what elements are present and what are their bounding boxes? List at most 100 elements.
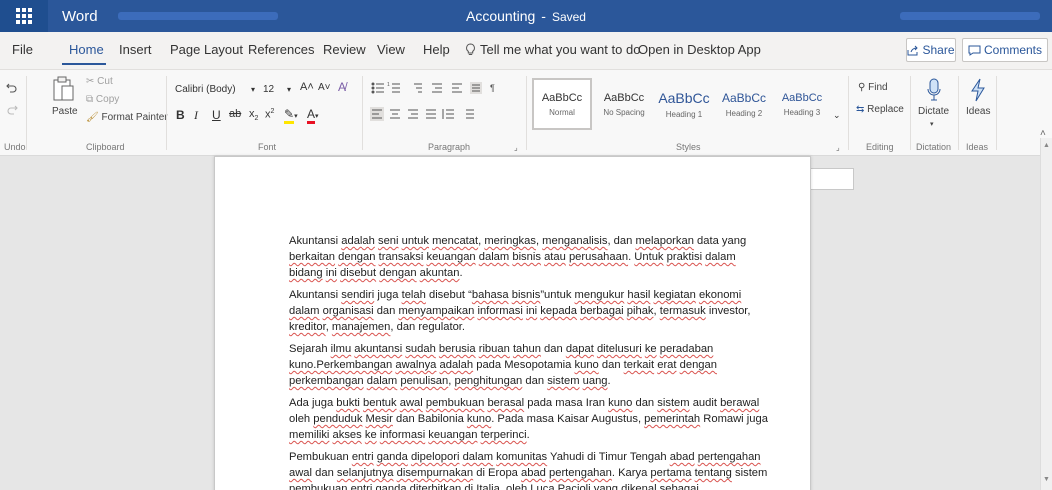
scroll-down-icon[interactable]: ▼ <box>1043 476 1050 483</box>
ideas-button[interactable]: Ideas <box>962 76 996 126</box>
misspelled-word[interactable]: dalam <box>367 375 397 387</box>
misspelled-word[interactable]: awal <box>289 467 312 479</box>
misspelled-word[interactable]: bukti <box>336 397 360 409</box>
misspelled-word[interactable]: pertengahan <box>698 451 761 463</box>
tell-me-search[interactable]: Tell me what you want to do <box>465 42 640 57</box>
document-body[interactable]: Akuntansi adalah seni untuk mencatat, me… <box>289 233 769 490</box>
vertical-scrollbar[interactable]: ▲ ▼ <box>1040 138 1052 490</box>
misspelled-word[interactable]: entri <box>352 451 374 463</box>
misspelled-word[interactable]: bahasa <box>472 289 509 301</box>
misspelled-word[interactable]: sudah <box>405 343 435 355</box>
misspelled-word[interactable]: ini <box>526 305 537 317</box>
undo-icon[interactable] <box>6 82 18 94</box>
misspelled-word[interactable]: erat <box>657 359 676 371</box>
menu-view[interactable]: View <box>377 42 405 57</box>
find-button[interactable]: ⚲ Find <box>858 82 888 93</box>
misspelled-word[interactable]: transaksi <box>379 251 424 263</box>
dialog-launcher-icon[interactable]: ⌟ <box>836 143 840 152</box>
misspelled-word[interactable]: penduduk <box>313 413 362 425</box>
misspelled-word[interactable]: terperinci <box>481 429 527 441</box>
highlight-icon[interactable]: ✎▾ <box>284 107 298 124</box>
misspelled-word[interactable]: praktisi <box>667 251 702 263</box>
scroll-up-icon[interactable]: ▲ <box>1043 142 1050 149</box>
misspelled-word[interactable]: menganalisis <box>542 235 607 247</box>
misspelled-word[interactable]: adalah <box>440 359 474 371</box>
misspelled-word[interactable]: informasi <box>477 305 522 317</box>
replace-button[interactable]: ⇆ Replace <box>856 104 904 115</box>
menu-page-layout[interactable]: Page Layout <box>170 42 243 57</box>
strikethrough-icon[interactable]: ab <box>229 108 241 120</box>
document-page[interactable]: Akuntansi adalah seni untuk mencatat, me… <box>214 156 811 490</box>
bold-icon[interactable]: B <box>176 108 185 122</box>
misspelled-word[interactable]: dalam <box>289 305 319 317</box>
misspelled-word[interactable]: dalam <box>705 251 735 263</box>
document-name[interactable]: Accounting <box>466 8 535 24</box>
copy-button[interactable]: ⧉ Copy <box>86 94 119 105</box>
misspelled-word[interactable]: kreditor <box>289 321 326 333</box>
open-in-desktop-button[interactable]: Open in Desktop App <box>638 42 761 57</box>
document-paragraph[interactable]: Akuntansi adalah seni untuk mencatat, me… <box>289 233 769 281</box>
misspelled-word[interactable]: kuno <box>575 359 599 371</box>
misspelled-word[interactable]: abad <box>670 451 695 463</box>
misspelled-word[interactable]: berkaitan <box>289 251 335 263</box>
misspelled-word[interactable]: kegiatan <box>654 289 696 301</box>
misspelled-word[interactable]: sistem <box>547 375 579 387</box>
misspelled-word[interactable]: awal <box>400 397 423 409</box>
style-normal[interactable]: AaBbCc Normal <box>532 78 592 130</box>
misspelled-word[interactable]: bisnis <box>512 289 541 301</box>
misspelled-word[interactable]: dapat <box>566 343 594 355</box>
misspelled-word[interactable]: telah <box>402 289 426 301</box>
misspelled-word[interactable]: meringkas <box>484 235 536 247</box>
misspelled-word[interactable]: perkembangan <box>289 375 364 387</box>
document-paragraph[interactable]: Akuntansi sendiri juga telah disebut “ba… <box>289 287 769 335</box>
misspelled-word[interactable]: ganda <box>377 451 408 463</box>
misspelled-word[interactable]: ke <box>365 429 377 441</box>
misspelled-word[interactable]: penulisan <box>400 375 448 387</box>
menu-references[interactable]: References <box>248 42 314 57</box>
misspelled-word[interactable]: bentuk <box>363 397 397 409</box>
clear-formatting-icon[interactable]: A̸ <box>338 80 346 94</box>
misspelled-word[interactable]: sistem <box>657 397 689 409</box>
misspelled-word[interactable]: akses <box>333 429 362 441</box>
misspelled-word[interactable]: memiliki <box>289 429 329 441</box>
misspelled-word[interactable]: ribuan <box>479 343 510 355</box>
format-painter-button[interactable]: 🖌 Format Painter <box>86 112 168 123</box>
menu-file[interactable]: File <box>12 42 33 57</box>
menu-review[interactable]: Review <box>323 42 366 57</box>
misspelled-word[interactable]: manajemen <box>332 321 390 333</box>
style-no-spacing[interactable]: AaBbCc No Spacing <box>594 78 654 130</box>
misspelled-word[interactable]: pemerintah <box>644 413 700 425</box>
menu-home[interactable]: Home <box>69 42 104 57</box>
comments-button[interactable]: Comments <box>962 38 1048 62</box>
grow-font-icon[interactable]: A˄ <box>300 81 314 93</box>
misspelled-word[interactable]: pertama <box>650 467 691 479</box>
misspelled-word[interactable]: pihak <box>627 305 654 317</box>
superscript-icon[interactable]: x2 <box>265 108 274 121</box>
misspelled-word[interactable]: keuangan <box>426 251 475 263</box>
document-paragraph[interactable]: Pembukuan entri ganda dipelopori dalam k… <box>289 449 769 490</box>
misspelled-word[interactable]: seni <box>378 235 399 247</box>
shrink-font-icon[interactable]: A˅ <box>318 82 331 93</box>
misspelled-word[interactable]: melaporkan <box>635 235 693 247</box>
font-family-select[interactable]: Calibri (Body) ▾ <box>172 80 258 98</box>
misspelled-word[interactable]: ini <box>326 267 337 279</box>
underline-icon[interactable]: U <box>212 108 221 122</box>
share-button[interactable]: Share <box>906 38 956 62</box>
menu-help[interactable]: Help <box>423 42 450 57</box>
cut-button[interactable]: ✂ Cut <box>86 76 113 87</box>
document-title[interactable]: Accounting - Saved <box>0 8 1052 24</box>
misspelled-word[interactable]: kuno <box>467 413 491 425</box>
misspelled-word[interactable]: bisnis <box>512 251 541 263</box>
misspelled-word[interactable]: ekonomi <box>699 289 741 301</box>
misspelled-word[interactable]: keuangan <box>428 429 477 441</box>
dialog-launcher-icon[interactable]: ⌟ <box>514 143 518 152</box>
misspelled-word[interactable]: Mesir <box>366 413 393 425</box>
misspelled-word[interactable]: dalam <box>463 451 493 463</box>
misspelled-word[interactable]: komunitas <box>496 451 547 463</box>
misspelled-word[interactable]: sendiri <box>341 289 374 301</box>
misspelled-word[interactable]: disempurnakan <box>397 467 474 479</box>
misspelled-word[interactable]: disebut <box>340 267 376 279</box>
misspelled-word[interactable]: pembukuan <box>426 397 484 409</box>
misspelled-word[interactable]: akuntan <box>420 267 460 279</box>
font-color-icon[interactable]: A▾ <box>307 107 319 124</box>
